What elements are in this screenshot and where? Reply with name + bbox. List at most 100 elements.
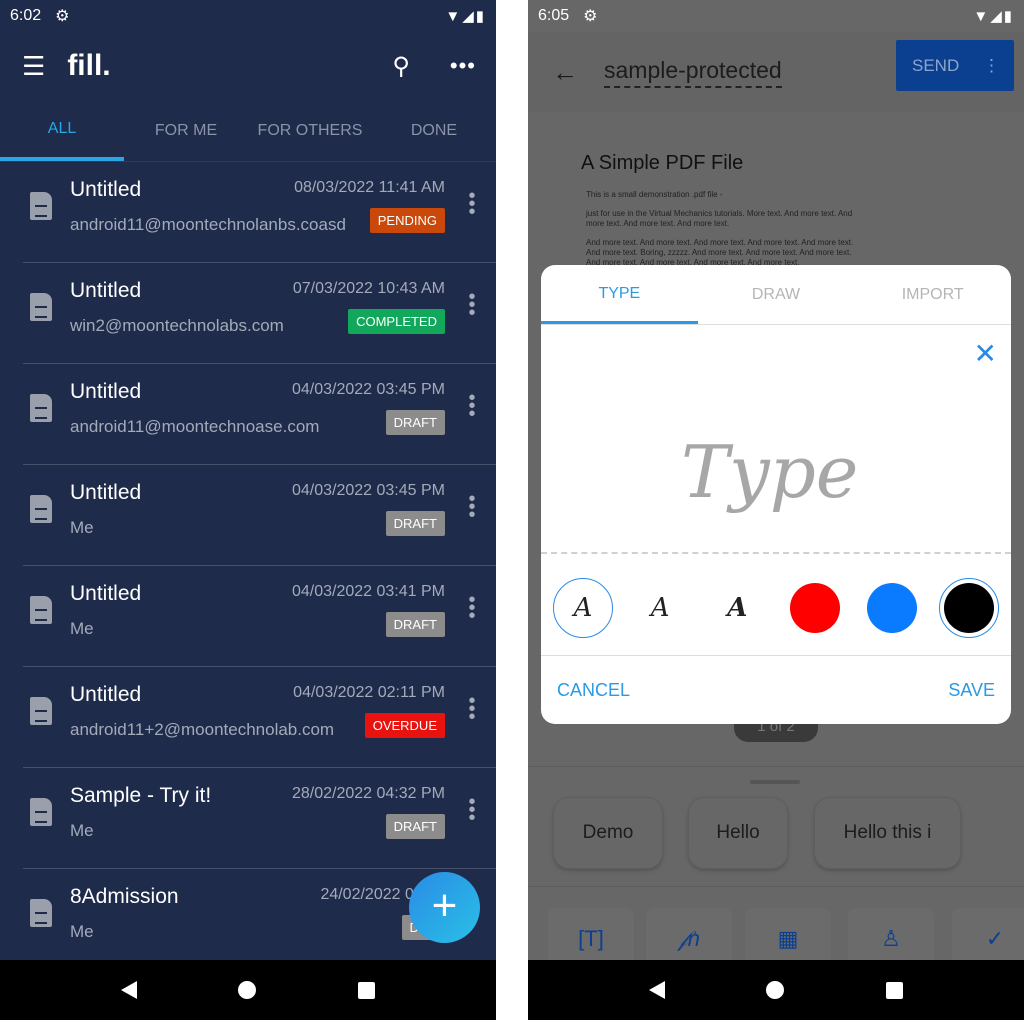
cancel-button[interactable]: CANCEL (557, 680, 630, 701)
tab-type[interactable]: TYPE (541, 265, 698, 324)
color-swatch-blue[interactable] (866, 583, 917, 633)
calendar-icon[interactable]: ▦ (745, 908, 831, 968)
saved-text-chip[interactable]: Hello (688, 797, 788, 869)
font-option[interactable]: A (707, 578, 767, 638)
status-bar: 6:02 ⚙ ▼◢▮ (0, 0, 496, 32)
signature-tabs: TYPE DRAW IMPORT (541, 265, 1011, 325)
item-recipient: Me (70, 619, 94, 638)
signature-dialog: TYPE DRAW IMPORT ✕ Type A A A CANCEL SAV… (541, 265, 1011, 724)
list-item[interactable]: Untitled 07/03/2022 10:43 AM win2@moonte… (0, 263, 496, 364)
list-item[interactable]: Untitled 04/03/2022 03:45 PM android11@m… (0, 364, 496, 465)
tab-for-me[interactable]: FOR ME (124, 100, 248, 161)
list-item[interactable]: Untitled 04/03/2022 03:41 PM Me DRAFT • •… (0, 566, 496, 667)
nav-bar (528, 960, 1024, 1020)
gear-icon: ⚙ (583, 8, 598, 25)
tab-draw[interactable]: DRAW (698, 265, 855, 324)
color-swatch-red[interactable] (789, 583, 840, 633)
item-title: Untitled (70, 279, 142, 302)
stamp-icon[interactable]: ♙ (848, 908, 934, 968)
recents-nav-icon[interactable] (886, 981, 904, 999)
font-option[interactable]: A (630, 578, 690, 638)
document-title[interactable]: sample-protected (604, 57, 782, 88)
wifi-signal-battery-icon: ▼◢▮ (445, 8, 486, 25)
document-icon (30, 293, 52, 321)
save-button[interactable]: SAVE (948, 680, 995, 701)
search-icon[interactable]: ⚲ (392, 52, 410, 81)
item-title: Untitled (70, 380, 142, 403)
list-item[interactable]: Untitled 08/03/2022 11:41 AM android11@m… (0, 162, 496, 263)
list-item[interactable]: Sample - Try it! 28/02/2022 04:32 PM Me … (0, 768, 496, 869)
item-date: 28/02/2022 04:32 PM (291, 785, 445, 802)
menu-icon[interactable]: ☰ (22, 51, 45, 82)
list-item[interactable]: Untitled 04/03/2022 02:11 PM android11+2… (0, 667, 496, 768)
list-item[interactable]: Untitled 04/03/2022 03:45 PM Me DRAFT • •… (0, 465, 496, 566)
item-title: Untitled (70, 481, 142, 504)
drag-handle[interactable] (750, 780, 800, 784)
document-icon (30, 394, 52, 422)
item-title: Untitled (70, 178, 142, 201)
item-recipient: android11@moontechnolanbs.coasd (70, 215, 346, 234)
item-recipient: Me (70, 821, 94, 840)
signature-options: A A A (553, 578, 999, 638)
close-icon[interactable]: ✕ (974, 337, 997, 370)
document-icon (30, 899, 52, 927)
send-label: SEND (912, 56, 960, 75)
saved-text-chip[interactable]: Hello this i (814, 797, 961, 869)
document-icon (30, 798, 52, 826)
left-phone: 6:02 ⚙ ▼◢▮ ☰ fill. ⚲ ••• ALL FOR ME FOR … (0, 0, 496, 1020)
item-more-icon[interactable]: ••• (468, 691, 476, 727)
status-badge: PENDING (369, 208, 445, 233)
recents-nav-icon[interactable] (358, 981, 376, 999)
item-title: Sample - Try it! (70, 784, 212, 807)
saved-text-chip[interactable]: Demo (553, 797, 663, 869)
more-icon[interactable]: ⋮ (983, 40, 1000, 91)
back-nav-icon[interactable] (120, 981, 137, 999)
nav-bar (0, 960, 496, 1020)
item-more-icon[interactable]: ••• (468, 186, 476, 222)
pdf-paragraph: This is a small demonstration .pdf file … (586, 190, 723, 199)
tab-for-others[interactable]: FOR OTHERS (248, 100, 372, 161)
item-more-icon[interactable]: ••• (468, 489, 476, 525)
signature-icon[interactable]: 𝒻n (646, 908, 732, 968)
signature-preview[interactable]: Type (681, 430, 858, 514)
status-badge: DRAFT (385, 814, 445, 839)
item-recipient: android11@moontechnoase.com (70, 417, 320, 436)
back-arrow-icon[interactable]: ← (552, 57, 578, 88)
back-nav-icon[interactable] (648, 981, 665, 999)
tab-all[interactable]: ALL (0, 100, 124, 161)
item-recipient: android11+2@moontechnolab.com (70, 720, 335, 739)
app-logo: fill. (67, 49, 111, 82)
add-document-button[interactable]: + (409, 872, 480, 943)
document-icon (30, 192, 52, 220)
item-more-icon[interactable]: ••• (468, 287, 476, 323)
tab-import[interactable]: IMPORT (854, 265, 1011, 324)
item-title: 8Admission (70, 885, 179, 908)
status-badge: DRAFT (385, 612, 445, 637)
item-more-icon[interactable]: ••• (468, 388, 476, 424)
divider (528, 766, 1024, 767)
home-nav-icon[interactable] (238, 981, 257, 999)
tab-done[interactable]: DONE (372, 100, 496, 161)
more-icon[interactable]: ••• (450, 53, 476, 79)
document-icon (30, 596, 52, 624)
time: 6:05 (538, 7, 570, 24)
status-badge: DRAFT (385, 410, 445, 435)
font-option[interactable]: A (553, 578, 613, 638)
dialog-footer: CANCEL SAVE (541, 655, 1011, 724)
text-field-icon[interactable]: [T] (548, 908, 634, 968)
pdf-paragraph: And more text. And more text. And more t… (586, 238, 854, 267)
item-recipient: Me (70, 518, 94, 537)
item-more-icon[interactable]: ••• (468, 590, 476, 626)
editor-header: ← sample-protected SEND ⋮ (528, 32, 1024, 112)
item-date: 04/03/2022 03:45 PM (291, 482, 445, 499)
checkbox-icon[interactable]: ✓ (952, 908, 1024, 968)
item-more-icon[interactable]: ••• (468, 792, 476, 828)
item-title: Untitled (70, 683, 142, 706)
status-badge: DRAFT (385, 511, 445, 536)
send-button[interactable]: SEND ⋮ (896, 40, 1014, 91)
item-date: 07/03/2022 10:43 AM (292, 280, 445, 297)
document-icon (30, 697, 52, 725)
color-swatch-black[interactable] (943, 583, 994, 633)
right-phone: 6:05 ⚙ ▼◢▮ ← sample-protected SEND ⋮ A Si… (528, 0, 1024, 1020)
home-nav-icon[interactable] (766, 981, 785, 999)
